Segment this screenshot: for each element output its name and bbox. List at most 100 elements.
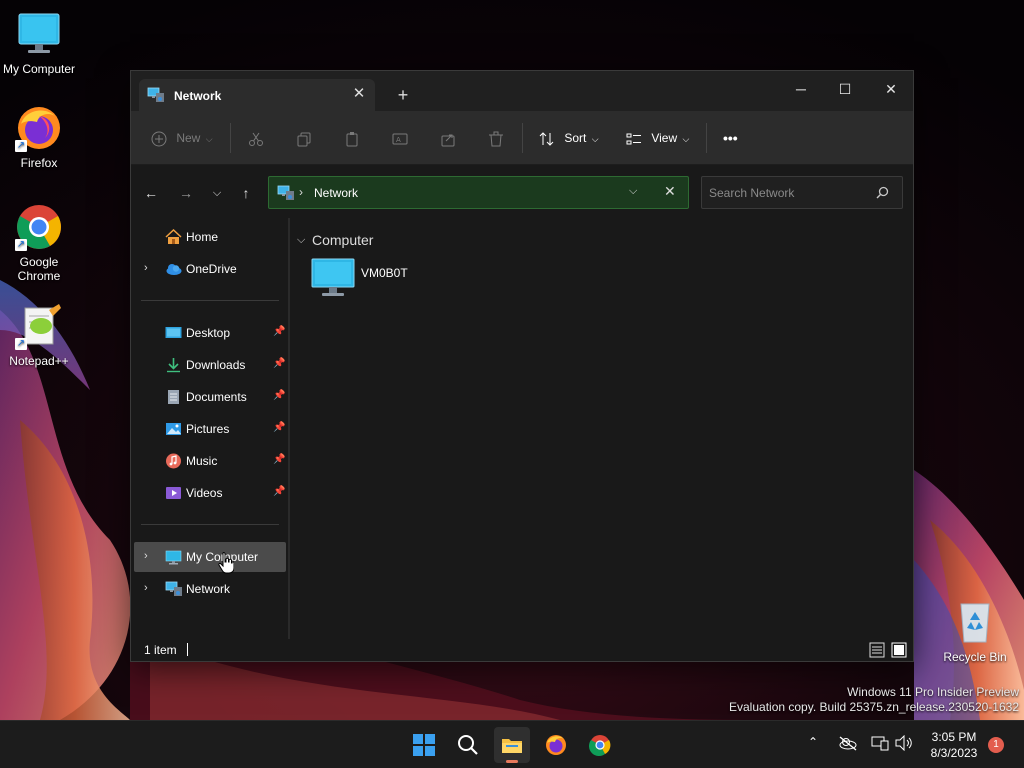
network-icon (277, 185, 295, 204)
sidebar-item-downloads[interactable]: Downloads 📌 (134, 350, 286, 380)
chevron-down-icon: ⌵ (297, 234, 306, 246)
desktop-icon-my-computer[interactable]: My Computer (1, 10, 77, 76)
watermark-line-1: Windows 11 Pro Insider Preview (847, 685, 1019, 699)
sidebar-item-label: Network (186, 582, 231, 596)
large-icons-view-toggle[interactable] (891, 642, 907, 658)
taskbar-file-explorer[interactable] (494, 727, 530, 763)
title-bar: Network ✕ + ─ ☐ ✕ (131, 71, 913, 111)
address-bar[interactable]: › Network ⌵ ✕ (268, 176, 689, 209)
tab-network[interactable]: Network ✕ (139, 79, 375, 111)
start-button[interactable] (406, 727, 442, 763)
delete-button[interactable] (488, 125, 504, 151)
pin-icon[interactable]: 📌 (273, 358, 285, 369)
desktop-icon-recycle-bin[interactable]: Recycle Bin (937, 598, 1013, 664)
sidebar-item-documents[interactable]: Documents 📌 (134, 382, 286, 412)
pin-icon[interactable]: 📌 (273, 422, 285, 433)
item-count: 1 item (144, 643, 177, 657)
pin-icon[interactable]: 📌 (273, 326, 285, 337)
clock-time: 3:05 PM (931, 730, 977, 744)
view-label: View (651, 131, 678, 145)
sidebar-item-desktop[interactable]: Desktop 📌 (134, 318, 286, 348)
clock[interactable]: 3:05 PM 8/3/2023 (924, 729, 984, 761)
paste-button[interactable] (344, 125, 360, 151)
sidebar-item-music[interactable]: Music 📌 (134, 446, 286, 476)
taskbar-firefox[interactable] (538, 727, 574, 763)
forward-button[interactable]: → (175, 182, 197, 204)
recycle-bin-icon (951, 598, 999, 646)
sidebar-item-my-computer[interactable]: › My Computer (134, 542, 286, 572)
sidebar-item-label: Desktop (186, 326, 231, 340)
chevron-right-icon[interactable]: › (144, 262, 148, 274)
details-view-toggle[interactable] (869, 642, 885, 658)
back-button[interactable]: ← (140, 182, 162, 204)
file-list: ⌵ Computer VM0B0T (291, 218, 913, 638)
list-item[interactable]: VM0B0T (311, 258, 421, 302)
onedrive-status-icon[interactable] (838, 735, 858, 754)
desktop-folder-icon (165, 325, 182, 341)
sort-button[interactable]: Sort ⌵ (539, 125, 599, 151)
sidebar-divider (141, 300, 279, 301)
close-tab-button[interactable]: ✕ (351, 86, 367, 102)
pin-icon[interactable]: 📌 (273, 454, 285, 465)
taskbar: ⌃ 3:05 PM 8/3/2023 1 (0, 720, 1024, 768)
minimize-button[interactable]: ─ (778, 75, 824, 103)
address-history-dropdown[interactable]: ⌵ (629, 185, 637, 198)
network-icon (147, 87, 165, 106)
show-hidden-icons-button[interactable]: ⌃ (808, 735, 818, 749)
start-icon (413, 734, 435, 759)
shortcut-arrow-icon: ↗ (15, 140, 27, 152)
pin-icon[interactable]: 📌 (273, 486, 285, 497)
up-button[interactable]: ↑ (235, 182, 257, 204)
volume-icon[interactable] (895, 734, 913, 754)
command-bar: New ⌵ A Sort ⌵ View ⌵ ••• (131, 111, 913, 165)
hand-cursor-icon (218, 552, 234, 574)
clear-address-button[interactable]: ✕ (664, 183, 676, 200)
sidebar-item-network[interactable]: › Network (134, 574, 286, 604)
view-button[interactable]: View ⌵ (626, 125, 689, 151)
desktop-icon-firefox[interactable]: ↗ Firefox (1, 104, 77, 170)
more-options-button[interactable]: ••• (723, 125, 738, 151)
group-title: Computer (312, 232, 374, 248)
clipboard-icon (346, 131, 358, 147)
notification-badge[interactable]: 1 (988, 737, 1004, 753)
evaluation-watermark: Windows 11 Pro Insider Preview Evaluatio… (729, 685, 1019, 715)
network-status-icon[interactable] (871, 735, 889, 754)
maximize-button[interactable]: ☐ (822, 75, 868, 103)
scissors-icon (249, 132, 263, 146)
recent-locations-button[interactable]: ⌵ (206, 182, 228, 204)
chevron-right-icon[interactable]: › (144, 582, 148, 594)
share-button[interactable] (440, 125, 456, 151)
pin-icon[interactable]: 📌 (273, 390, 285, 401)
sidebar-item-label: Music (186, 454, 218, 468)
sidebar-item-label: Pictures (186, 422, 230, 436)
breadcrumb-network[interactable]: Network (314, 186, 358, 200)
rename-button[interactable]: A (392, 125, 408, 151)
desktop-icon-google-chrome[interactable]: ↗ Google Chrome (1, 203, 77, 283)
desktop-icon-notepadpp[interactable]: ↗ Notepad++ (1, 302, 77, 368)
details-view-icon (869, 642, 885, 658)
add-circle-icon (151, 131, 167, 147)
desktop-icon-label: Notepad++ (9, 354, 69, 368)
close-window-button[interactable]: ✕ (868, 75, 914, 103)
trash-icon (489, 131, 503, 147)
taskbar-search-button[interactable] (450, 727, 486, 763)
shortcut-arrow-icon: ↗ (15, 338, 27, 350)
breadcrumb-separator-icon: › (299, 185, 303, 199)
copy-button[interactable] (296, 125, 312, 151)
search-input[interactable] (709, 184, 869, 202)
search-box[interactable] (701, 176, 903, 209)
status-bar: 1 item (131, 639, 913, 661)
desktop-icon-label: Firefox (20, 156, 58, 170)
sidebar-item-home[interactable]: Home (134, 222, 286, 252)
pane-splitter[interactable] (288, 218, 290, 642)
view-list-icon (626, 133, 641, 145)
sidebar-item-videos[interactable]: Videos 📌 (134, 478, 286, 508)
sidebar-item-pictures[interactable]: Pictures 📌 (134, 414, 286, 444)
new-tab-button[interactable]: + (393, 85, 413, 105)
cut-button[interactable] (248, 125, 264, 151)
taskbar-chrome[interactable] (582, 727, 618, 763)
chevron-right-icon[interactable]: › (144, 550, 148, 562)
chevron-down-icon: ⌵ (682, 134, 690, 144)
sidebar-item-onedrive[interactable]: › OneDrive (134, 254, 286, 284)
new-button[interactable]: New ⌵ (151, 125, 213, 151)
